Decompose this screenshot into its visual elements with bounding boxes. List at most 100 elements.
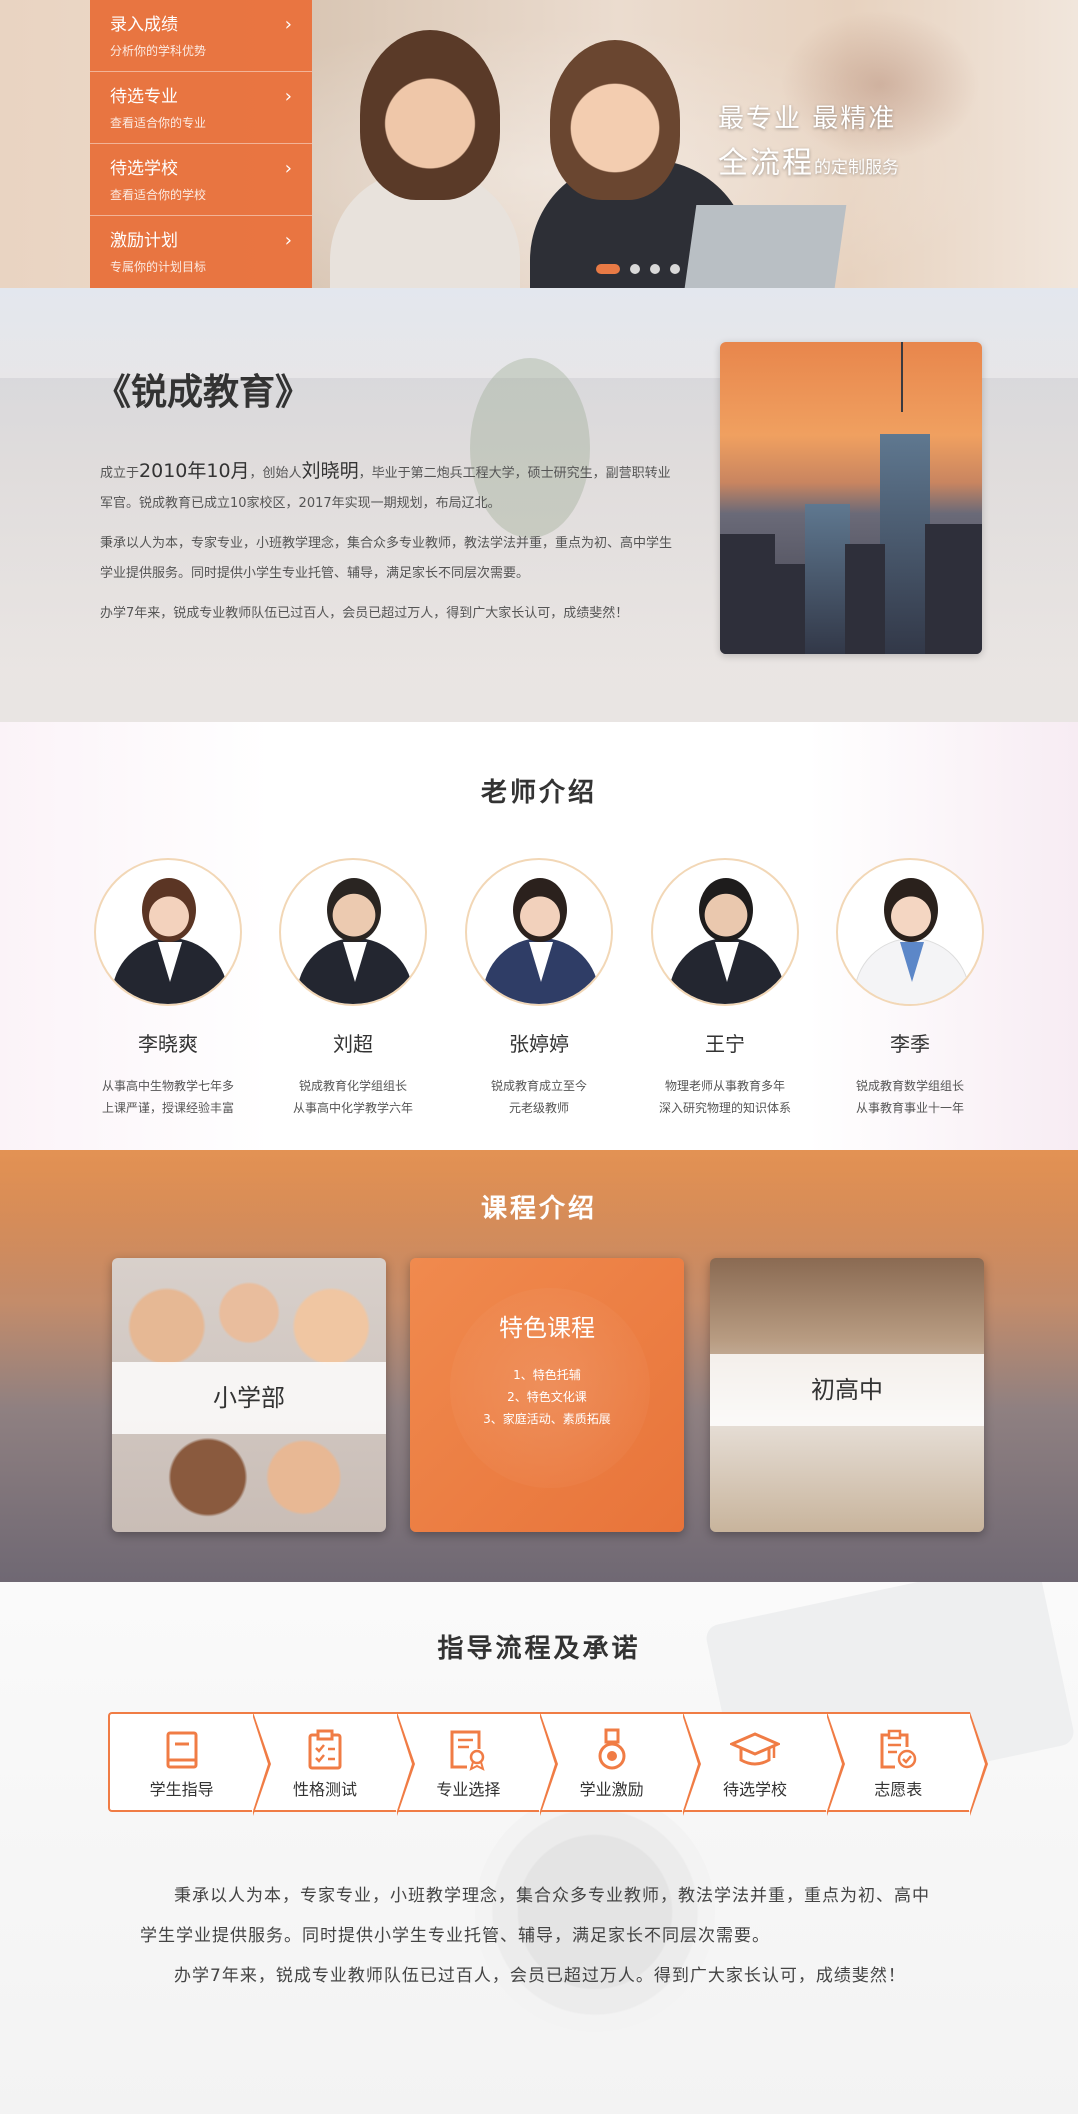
teacher-description-line: 物理老师从事教育多年 <box>664 1079 785 1093</box>
carousel-dot-3[interactable] <box>650 264 660 274</box>
teacher-description-line: 上课严谨，授课经验丰富 <box>101 1101 234 1115</box>
avatar-head <box>142 878 196 942</box>
teachers-section: 老师介绍 李晓爽 从事高中生物教学七年多 上课严谨，授课经验丰富 刘超 锐成教育… <box>0 722 1078 1150</box>
step-application-form[interactable]: 志愿表 <box>826 1712 989 1816</box>
carousel-dot-2[interactable] <box>630 264 640 274</box>
tower-spire <box>901 342 903 412</box>
menu-item-title: 待选学校 <box>110 159 178 179</box>
tower <box>720 534 775 654</box>
chevron-right-icon: › <box>284 14 292 35</box>
carousel-dots <box>596 264 680 274</box>
teacher-description-line: 元老级教师 <box>508 1101 569 1115</box>
featured-course-item: 1、特色托辅 <box>513 1368 581 1382</box>
teacher-description: 从事高中生物教学七年多 上课严谨，授课经验丰富 <box>88 1075 248 1119</box>
step-personality-test[interactable]: 性格测试 <box>253 1712 416 1816</box>
menu-item-plan[interactable]: 激励计划 专属你的计划目标 › <box>90 216 312 288</box>
featured-course-title: 特色课程 <box>499 1314 595 1342</box>
menu-item-subtitle: 查看适合你的学校 <box>110 188 207 202</box>
process-description: 秉承以人为本，专家专业，小班教学理念，集合众多专业教师，教法学法并重，重点为初、… <box>140 1876 930 1996</box>
hero-slogan-suffix: 的定制服务 <box>814 158 899 178</box>
featured-course-item: 2、特色文化课 <box>507 1390 587 1404</box>
teacher-description-line: 深入研究物理的知识体系 <box>658 1101 791 1115</box>
process-steps: 学生指导 性格测试 专业选择 学业激励 待选学校 志愿表 <box>108 1712 989 1816</box>
tower <box>880 434 930 654</box>
carousel-dot-1[interactable] <box>596 264 620 274</box>
tower <box>805 504 850 654</box>
founder-name: 刘晓明 <box>301 460 359 482</box>
step-label: 志愿表 <box>874 1780 923 1799</box>
menu-item-title: 录入成绩 <box>110 15 178 35</box>
teacher-card[interactable]: 李晓爽 从事高中生物教学七年多 上课严谨，授课经验丰富 <box>88 858 248 1119</box>
avatar-head <box>699 878 753 942</box>
book-icon <box>110 1728 253 1772</box>
hero-slogan-emphasis: 全流程 <box>718 146 814 181</box>
about-section: 《锐成教育》 成立于2010年10月，创始人刘晓明，毕业于第二炮兵工程大学，硕士… <box>0 288 1078 722</box>
step-label: 学生指导 <box>149 1780 214 1799</box>
teacher-name: 张婷婷 <box>509 1032 569 1056</box>
hero-slogan-line2: 全流程的定制服务 <box>718 138 899 182</box>
step-label: 学业激励 <box>579 1780 644 1799</box>
step-academic-motivation[interactable]: 学业激励 <box>539 1712 702 1816</box>
avatar <box>279 858 427 1006</box>
student-left-head <box>360 30 500 200</box>
about-description: 成立于2010年10月，创始人刘晓明，毕业于第二炮兵工程大学，硕士研究生，副营职… <box>100 456 680 639</box>
step-candidate-schools[interactable]: 待选学校 <box>683 1712 846 1816</box>
teacher-description-line: 从事高中生物教学七年多 <box>101 1079 234 1093</box>
carousel-dot-4[interactable] <box>670 264 680 274</box>
teacher-card[interactable]: 李季 锐成教育数学组组长 从事教育事业十一年 <box>830 858 990 1119</box>
teacher-description: 锐成教育数学组组长 从事教育事业十一年 <box>830 1075 990 1119</box>
menu-item-majors[interactable]: 待选专业 查看适合你的专业 › <box>90 72 312 144</box>
course-label: 初高中 <box>710 1354 984 1426</box>
city-skyline-image <box>720 342 982 654</box>
teacher-description-line: 锐成教育化学组组长 <box>298 1079 407 1093</box>
course-card-primary[interactable]: 小学部 <box>112 1258 386 1532</box>
form-check-icon <box>827 1728 970 1772</box>
hero-banner: 录入成绩 分析你的学科优势 › 待选专业 查看适合你的专业 › 待选学校 查看适… <box>0 0 1078 288</box>
teacher-card[interactable]: 张婷婷 锐成教育成立至今 元老级教师 <box>459 858 619 1119</box>
graduation-cap-icon <box>683 1728 826 1772</box>
avatar-head <box>884 878 938 942</box>
avatar-head <box>327 878 381 942</box>
menu-item-subtitle: 查看适合你的专业 <box>110 116 207 130</box>
about-paragraph-1: 成立于2010年10月，创始人刘晓明，毕业于第二炮兵工程大学，硕士研究生，副营职… <box>100 456 680 519</box>
step-label: 待选学校 <box>722 1780 787 1799</box>
teacher-name: 王宁 <box>705 1032 745 1056</box>
tower <box>770 564 810 654</box>
chevron-right-icon: › <box>284 86 292 107</box>
step-label: 专业选择 <box>436 1780 501 1799</box>
courses-title: 课程介绍 <box>480 1194 597 1224</box>
founding-date: 2010年10月 <box>139 460 250 482</box>
menu-item-title: 待选专业 <box>110 87 178 107</box>
avatar <box>651 858 799 1006</box>
featured-course-item: 3、家庭活动、素质拓展 <box>483 1412 611 1426</box>
about-paragraph-2: 秉承以人为本，专家专业，小班教学理念，集合众多专业教师，教法学法并重，重点为初、… <box>100 536 673 581</box>
step-major-selection[interactable]: 专业选择 <box>396 1712 559 1816</box>
process-section: 指导流程及承诺 学生指导 性格测试 专业选择 学业激励 待选学校 志愿表 秉承以… <box>0 1582 1078 2114</box>
chevron-right-icon: › <box>284 158 292 179</box>
process-paragraph-1: 秉承以人为本，专家专业，小班教学理念，集合众多专业教师，教法学法并重，重点为初、… <box>140 1886 930 1946</box>
teachers-title: 老师介绍 <box>480 778 597 808</box>
teacher-name: 刘超 <box>333 1032 373 1056</box>
about-text-fragment: ，创始人 <box>249 466 302 481</box>
teacher-name: 李季 <box>890 1032 930 1056</box>
menu-item-schools[interactable]: 待选学校 查看适合你的学校 › <box>90 144 312 216</box>
step-student-guidance[interactable]: 学生指导 <box>108 1712 272 1816</box>
teacher-description-line: 从事高中化学教学六年 <box>292 1101 413 1115</box>
menu-item-title: 激励计划 <box>110 231 178 251</box>
course-card-secondary[interactable]: 初高中 <box>710 1258 984 1532</box>
course-card-featured[interactable]: 特色课程 1、特色托辅 2、特色文化课 3、家庭活动、素质拓展 <box>410 1258 684 1532</box>
chevron-right-icon: › <box>284 230 292 251</box>
avatar <box>465 858 613 1006</box>
teacher-description: 锐成教育化学组组长 从事高中化学教学六年 <box>273 1075 433 1119</box>
teacher-card[interactable]: 王宁 物理老师从事教育多年 深入研究物理的知识体系 <box>645 858 805 1119</box>
teacher-description-line: 锐成教育成立至今 <box>490 1079 587 1093</box>
about-text-fragment: 成立于 <box>100 466 140 481</box>
menu-item-scores[interactable]: 录入成绩 分析你的学科优势 › <box>90 0 312 72</box>
process-title: 指导流程及承诺 <box>437 1634 641 1664</box>
teacher-description: 物理老师从事教育多年 深入研究物理的知识体系 <box>645 1075 805 1119</box>
avatar-head <box>513 878 567 942</box>
teacher-description: 锐成教育成立至今 元老级教师 <box>459 1075 619 1119</box>
teacher-card[interactable]: 刘超 锐成教育化学组组长 从事高中化学教学六年 <box>273 858 433 1119</box>
hero-side-menu: 录入成绩 分析你的学科优势 › 待选专业 查看适合你的专业 › 待选学校 查看适… <box>90 0 312 288</box>
courses-section: 课程介绍 小学部 特色课程 1、特色托辅 2、特色文化课 3、家庭活动、素质拓展… <box>0 1150 1078 1582</box>
